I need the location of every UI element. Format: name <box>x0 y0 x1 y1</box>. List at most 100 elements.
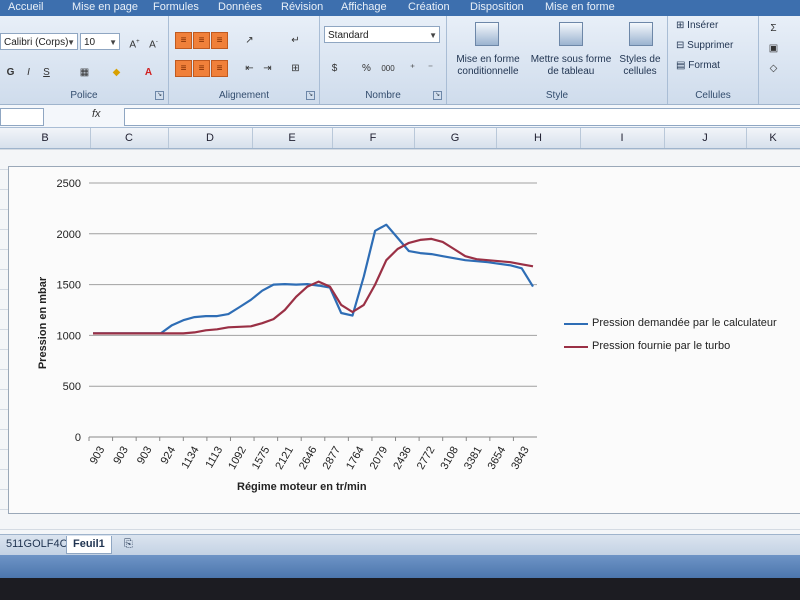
column-header-c[interactable]: C <box>90 128 169 148</box>
name-box[interactable] <box>0 108 44 126</box>
align-left-icon[interactable]: ≡ <box>175 60 192 77</box>
underline-icon[interactable]: S <box>38 64 55 81</box>
clear-icon[interactable]: ◇ <box>765 60 782 77</box>
new-sheet-icon[interactable]: ⎘ <box>118 536 139 553</box>
y-tick-label: 1000 <box>57 330 81 342</box>
tab-revision[interactable]: Révision <box>281 1 323 13</box>
x-tick-label: 1575 <box>250 445 273 472</box>
x-tick-label: 3381 <box>462 445 485 472</box>
merge-center-icon[interactable]: ⊞ <box>287 60 304 77</box>
percent-button[interactable]: % <box>358 60 375 77</box>
increase-decimal-icon[interactable]: ⁺ <box>404 60 421 77</box>
x-tick-label: 3654 <box>486 445 509 472</box>
shrink-font-icon[interactable]: A- <box>145 34 162 51</box>
y-tick-label: 1500 <box>57 280 81 292</box>
formula-bar: fx <box>0 105 800 128</box>
sheet-tab-bar: 511GOLF4C Feuil1 ⎘ <box>0 534 800 555</box>
align-center-icon[interactable]: ≡ <box>193 60 210 77</box>
y-tick-label: 2000 <box>57 229 81 241</box>
decrease-decimal-icon[interactable]: ⁻ <box>422 60 439 77</box>
table-format-icon <box>559 22 583 46</box>
delete-button[interactable]: ⊟ Supprimer <box>676 40 733 52</box>
legend-label: Pression fournie par le turbo <box>592 340 731 352</box>
chevron-down-icon: ▼ <box>67 38 75 47</box>
align-middle-icon[interactable]: ≡ <box>193 32 210 49</box>
cell-styles-icon <box>629 22 653 46</box>
decrease-indent-icon[interactable]: ⇤ <box>241 60 258 77</box>
dialog-launcher-icon[interactable]: ↘ <box>433 91 442 100</box>
increase-indent-icon[interactable]: ⇥ <box>259 60 276 77</box>
legend-label: Pression demandée par le calculateur <box>592 317 777 329</box>
group-label-police: Police <box>70 90 98 101</box>
x-tick-label: 2772 <box>415 445 438 472</box>
italic-icon[interactable]: I <box>20 64 37 81</box>
table-format-button[interactable]: Mettre sous forme de tableau <box>527 54 615 78</box>
fill-color-icon[interactable]: ◆ <box>108 64 125 81</box>
wrap-text-icon[interactable]: ↵ <box>287 32 304 49</box>
column-header-j[interactable]: J <box>664 128 747 148</box>
orientation-icon[interactable]: ↗ <box>241 32 258 49</box>
x-tick-label: 2436 <box>391 445 414 472</box>
grow-font-icon[interactable]: A+ <box>126 34 143 51</box>
number-format-combo[interactable]: Standard ▼ <box>324 26 440 43</box>
formula-input[interactable] <box>124 108 800 126</box>
y-tick-label: 0 <box>75 432 81 444</box>
column-header-k[interactable]: K <box>746 128 800 148</box>
status-bar <box>0 555 800 578</box>
thousands-button[interactable]: 000 <box>376 60 400 77</box>
sheet-tab-511golf4c[interactable]: 511GOLF4C <box>0 536 74 553</box>
x-tick-label: 3108 <box>438 445 461 472</box>
y-tick-label: 2500 <box>57 178 81 190</box>
bold-icon[interactable]: G <box>2 64 19 81</box>
legend-line <box>564 346 588 348</box>
align-right-icon[interactable]: ≡ <box>211 60 228 77</box>
delete-label: Supprimer <box>687 40 734 51</box>
format-button[interactable]: ▤ Format <box>676 60 720 72</box>
conditional-format-button[interactable]: Mise en forme conditionnelle <box>449 54 527 78</box>
tab-mise-en-forme[interactable]: Mise en forme <box>545 1 615 13</box>
column-header-g[interactable]: G <box>414 128 497 148</box>
x-tick-label: 2079 <box>368 445 391 472</box>
series-line <box>93 223 534 335</box>
font-color-icon[interactable]: A <box>140 64 157 81</box>
font-name-value: Calibri (Corps) <box>4 37 69 48</box>
column-header-h[interactable]: H <box>496 128 581 148</box>
chevron-down-icon: ▼ <box>429 31 437 40</box>
tab-affichage[interactable]: Affichage <box>341 1 387 13</box>
ribbon: Calibri (Corps) ▼ 10 ▼ A+ A- G I S ▦ ◆ A… <box>0 16 800 105</box>
tab-formules[interactable]: Formules <box>153 1 199 13</box>
chart-area[interactable]: 0 500 1000 1500 2000 2500 903 903 903 924 1134 1113… <box>8 166 800 514</box>
y-axis-label: Pression en mbar <box>37 276 49 370</box>
x-tick-label: 1134 <box>179 445 201 471</box>
tab-mise-en-page[interactable]: Mise en page <box>72 1 138 13</box>
x-tick-label: 2121 <box>273 445 296 472</box>
tab-creation[interactable]: Création <box>408 1 450 13</box>
insert-button[interactable]: ⊞ Insérer <box>676 20 718 32</box>
column-header-f[interactable]: F <box>332 128 415 148</box>
font-size-combo[interactable]: 10 ▼ <box>80 33 120 50</box>
cell-styles-button[interactable]: Styles de cellules <box>615 54 665 78</box>
dialog-launcher-icon[interactable]: ↘ <box>155 91 164 100</box>
column-header-e[interactable]: E <box>252 128 333 148</box>
font-name-combo[interactable]: Calibri (Corps) ▼ <box>0 33 78 50</box>
dialog-launcher-icon[interactable]: ↘ <box>306 91 315 100</box>
align-bottom-icon[interactable]: ≡ <box>211 32 228 49</box>
column-header-b[interactable]: B <box>0 128 91 148</box>
sheet-tab-feuil1[interactable]: Feuil1 <box>66 536 112 554</box>
fill-icon[interactable]: ▣ <box>765 40 782 57</box>
group-alignement: ≡ ≡ ≡ ↗ ↵ ≡ ≡ ≡ ⇤ ⇥ ⊞ Alignement ↘ <box>169 16 320 104</box>
borders-icon[interactable]: ▦ <box>76 64 93 81</box>
column-header-i[interactable]: I <box>580 128 665 148</box>
align-top-icon[interactable]: ≡ <box>175 32 192 49</box>
column-header-d[interactable]: D <box>168 128 253 148</box>
tab-accueil[interactable]: Accueil <box>8 1 43 13</box>
x-tick-label: 2877 <box>321 445 344 472</box>
currency-icon[interactable]: $ <box>326 60 343 77</box>
tab-disposition[interactable]: Disposition <box>470 1 524 13</box>
fx-button[interactable]: fx <box>92 108 122 124</box>
autosum-icon[interactable]: Σ <box>765 20 782 37</box>
group-nombre: Standard ▼ $ % 000 ⁺ ⁻ Nombre ↘ <box>320 16 447 104</box>
tab-donnees[interactable]: Données <box>218 1 262 13</box>
format-label: Format <box>688 60 720 71</box>
group-cellules: ⊞ Insérer ⊟ Supprimer ▤ Format Cellules <box>668 16 759 104</box>
